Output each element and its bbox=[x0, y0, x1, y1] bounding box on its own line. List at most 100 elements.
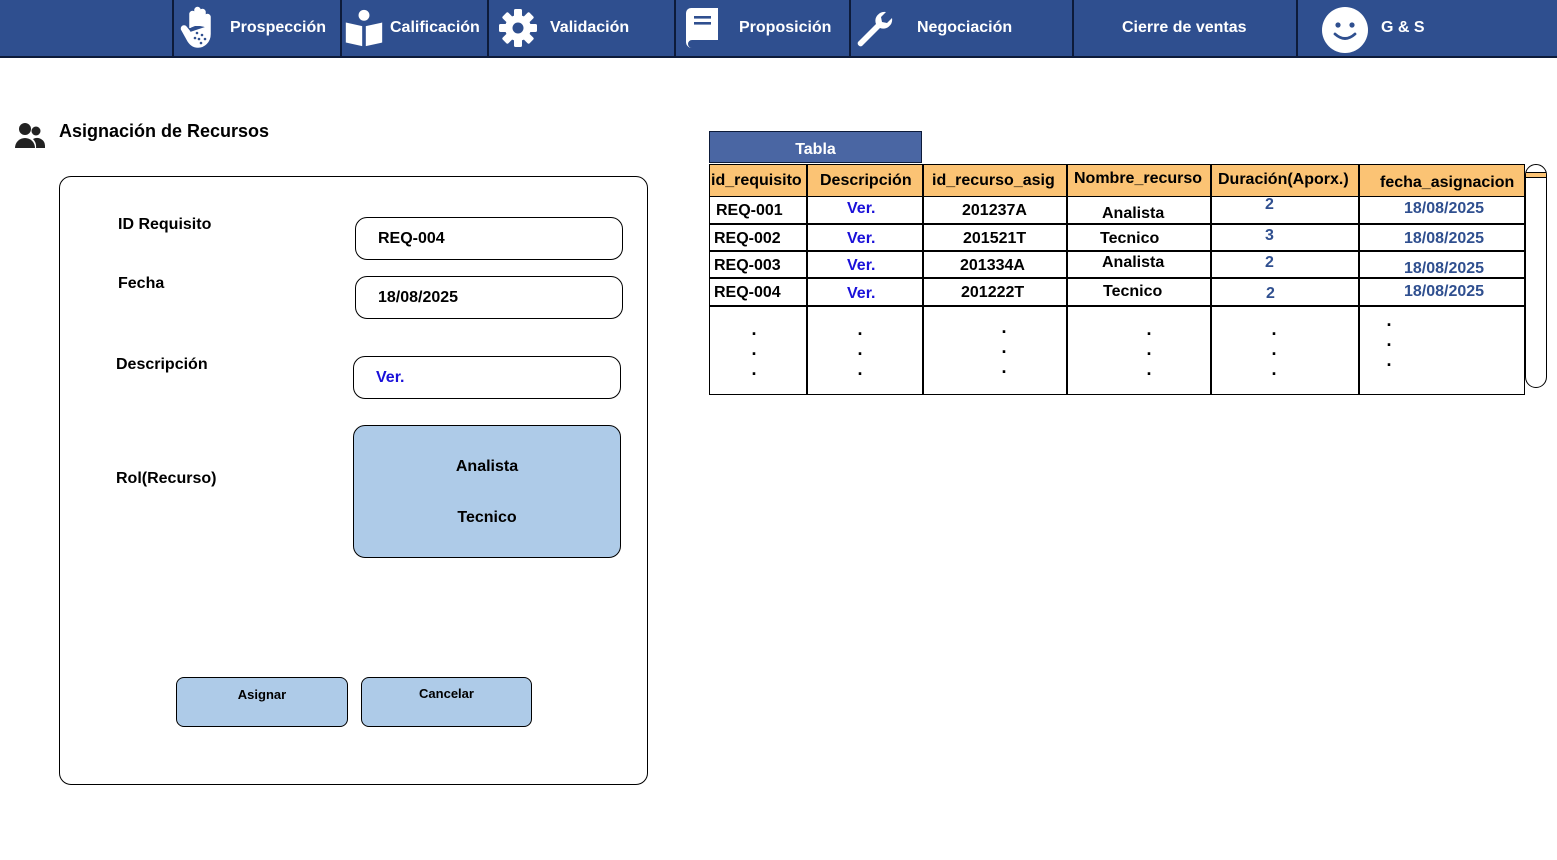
scrollbar-thumb[interactable] bbox=[1526, 172, 1546, 178]
book-icon bbox=[682, 8, 722, 48]
ellipsis-col-6: ... bbox=[1384, 310, 1394, 370]
gear-icon bbox=[498, 8, 538, 48]
nav-item-prospeccion[interactable]: Prospección bbox=[172, 0, 342, 56]
table-cell-duracion: 3 bbox=[1265, 227, 1274, 244]
nav-label: Negociación bbox=[917, 19, 1013, 36]
nav-label: Proposición bbox=[739, 19, 832, 36]
smiley-icon bbox=[1322, 7, 1368, 53]
ellipsis: . bbox=[1271, 339, 1277, 359]
table-cell-id: REQ-002 bbox=[714, 230, 781, 247]
ellipsis: . bbox=[1386, 310, 1392, 330]
hand-icon bbox=[180, 6, 220, 48]
nav-item-validacion[interactable]: Validación bbox=[489, 0, 676, 56]
ellipsis: . bbox=[751, 339, 757, 359]
descripcion-field[interactable]: Ver. bbox=[353, 356, 621, 399]
col-divider bbox=[1066, 165, 1068, 394]
role-option-tecnico[interactable]: Tecnico bbox=[354, 509, 620, 527]
table-cell-duracion: 2 bbox=[1265, 254, 1274, 271]
ellipsis: . bbox=[1146, 339, 1152, 359]
nav-item-negociacion[interactable]: Negociación bbox=[851, 0, 1074, 56]
nav-item-calificacion[interactable]: Calificación bbox=[342, 0, 489, 56]
ellipsis: . bbox=[857, 359, 863, 379]
nav-spacer bbox=[0, 0, 174, 56]
col-divider bbox=[806, 165, 808, 394]
col-header-fecha-asignacion[interactable]: fecha_asignacion bbox=[1380, 174, 1514, 192]
ellipsis: . bbox=[1271, 359, 1277, 379]
ellipsis-col-2: ... bbox=[855, 319, 865, 379]
resource-table: id_requisito Descripción id_recurso_asig… bbox=[709, 164, 1525, 395]
table-cell-nombre: Analista bbox=[1102, 205, 1165, 222]
table-cell-recurso: 201222T bbox=[961, 284, 1025, 301]
reader-icon bbox=[344, 8, 384, 48]
table-cell-fecha: 18/08/2025 bbox=[1404, 230, 1485, 247]
col-divider bbox=[922, 165, 924, 394]
col-header-descripcion[interactable]: Descripción bbox=[820, 172, 912, 190]
ellipsis: . bbox=[1001, 337, 1007, 357]
assign-button[interactable]: Asignar bbox=[176, 677, 348, 727]
ellipsis: . bbox=[857, 339, 863, 359]
ellipsis: . bbox=[1386, 350, 1392, 370]
nav-item-cierre-ventas[interactable]: Cierre de ventas bbox=[1074, 0, 1298, 56]
fecha-field[interactable]: 18/08/2025 bbox=[355, 276, 623, 319]
col-divider bbox=[1210, 165, 1212, 394]
table-cell-nombre: Tecnico bbox=[1100, 230, 1160, 247]
page-title: Asignación de Recursos bbox=[59, 121, 270, 141]
ellipsis: . bbox=[1001, 357, 1007, 377]
table-cell-recurso: 201521T bbox=[963, 230, 1027, 247]
table-cell-recurso: 201237A bbox=[962, 202, 1027, 219]
table-cell-recurso: 201334A bbox=[960, 257, 1025, 274]
row-divider bbox=[710, 223, 1524, 225]
ellipsis: . bbox=[1001, 317, 1007, 337]
col-header-id-requisito[interactable]: id_requisito bbox=[711, 172, 802, 190]
table-cell-id: REQ-003 bbox=[714, 257, 781, 274]
ellipsis: . bbox=[857, 319, 863, 339]
table-cell-fecha: 18/08/2025 bbox=[1404, 283, 1485, 300]
table-cell-ver-link[interactable]: Ver. bbox=[847, 285, 875, 303]
table-cell-ver-link[interactable]: Ver. bbox=[847, 257, 875, 275]
descripcion-label: Descripción bbox=[116, 356, 208, 373]
ellipsis: . bbox=[1386, 330, 1392, 350]
table-cell-id: REQ-004 bbox=[714, 284, 781, 301]
table-cell-ver-link[interactable]: Ver. bbox=[847, 200, 875, 218]
col-header-nombre-recurso[interactable]: Nombre_recurso bbox=[1074, 170, 1202, 188]
table-scrollbar[interactable] bbox=[1525, 164, 1547, 388]
ellipsis: . bbox=[751, 359, 757, 379]
ellipsis-col-1: ... bbox=[749, 319, 759, 379]
tab-tabla[interactable]: Tabla bbox=[709, 131, 922, 163]
ellipsis-col-4: ... bbox=[1144, 319, 1154, 379]
nav-label: Validación bbox=[550, 19, 630, 36]
col-divider bbox=[1358, 165, 1360, 394]
role-listbox[interactable]: Analista Tecnico bbox=[353, 425, 621, 558]
table-cell-nombre: Analista bbox=[1102, 254, 1165, 271]
wrench-icon bbox=[853, 8, 893, 48]
top-nav: Prospección Calificación Validación Prop… bbox=[0, 0, 1557, 58]
table-cell-duracion: 2 bbox=[1266, 285, 1275, 302]
ellipsis: . bbox=[1146, 359, 1152, 379]
table-cell-ver-link[interactable]: Ver. bbox=[847, 230, 875, 248]
col-header-duracion[interactable]: Duración(Aporx.) bbox=[1218, 171, 1349, 189]
nav-item-proposicion[interactable]: Proposición bbox=[676, 0, 851, 56]
cancel-button[interactable]: Cancelar bbox=[361, 677, 532, 727]
row-divider bbox=[710, 277, 1524, 279]
role-option-analista[interactable]: Analista bbox=[354, 458, 620, 476]
row-divider bbox=[710, 250, 1524, 252]
ellipsis: . bbox=[1146, 319, 1152, 339]
col-header-id-recurso-asig[interactable]: id_recurso_asig bbox=[932, 172, 1055, 190]
nav-label: Cierre de ventas bbox=[1122, 19, 1247, 36]
ellipsis-col-5: ... bbox=[1269, 319, 1279, 379]
ellipsis: . bbox=[1271, 319, 1277, 339]
rol-label: Rol(Recurso) bbox=[116, 470, 217, 487]
ellipsis-col-3: ... bbox=[999, 317, 1009, 377]
nav-user[interactable]: G & S bbox=[1298, 0, 1557, 56]
users-icon bbox=[15, 122, 46, 150]
nav-label: Prospección bbox=[230, 19, 327, 36]
fecha-label: Fecha bbox=[118, 275, 165, 292]
user-label: G & S bbox=[1381, 19, 1425, 36]
table-cell-fecha: 18/08/2025 bbox=[1404, 260, 1485, 277]
table-cell-nombre: Tecnico bbox=[1103, 283, 1163, 300]
id-requisito-field[interactable]: REQ-004 bbox=[355, 217, 623, 260]
table-cell-duracion: 2 bbox=[1265, 196, 1274, 213]
table-cell-id: REQ-001 bbox=[716, 202, 783, 219]
ellipsis: . bbox=[751, 319, 757, 339]
row-divider bbox=[710, 305, 1524, 307]
